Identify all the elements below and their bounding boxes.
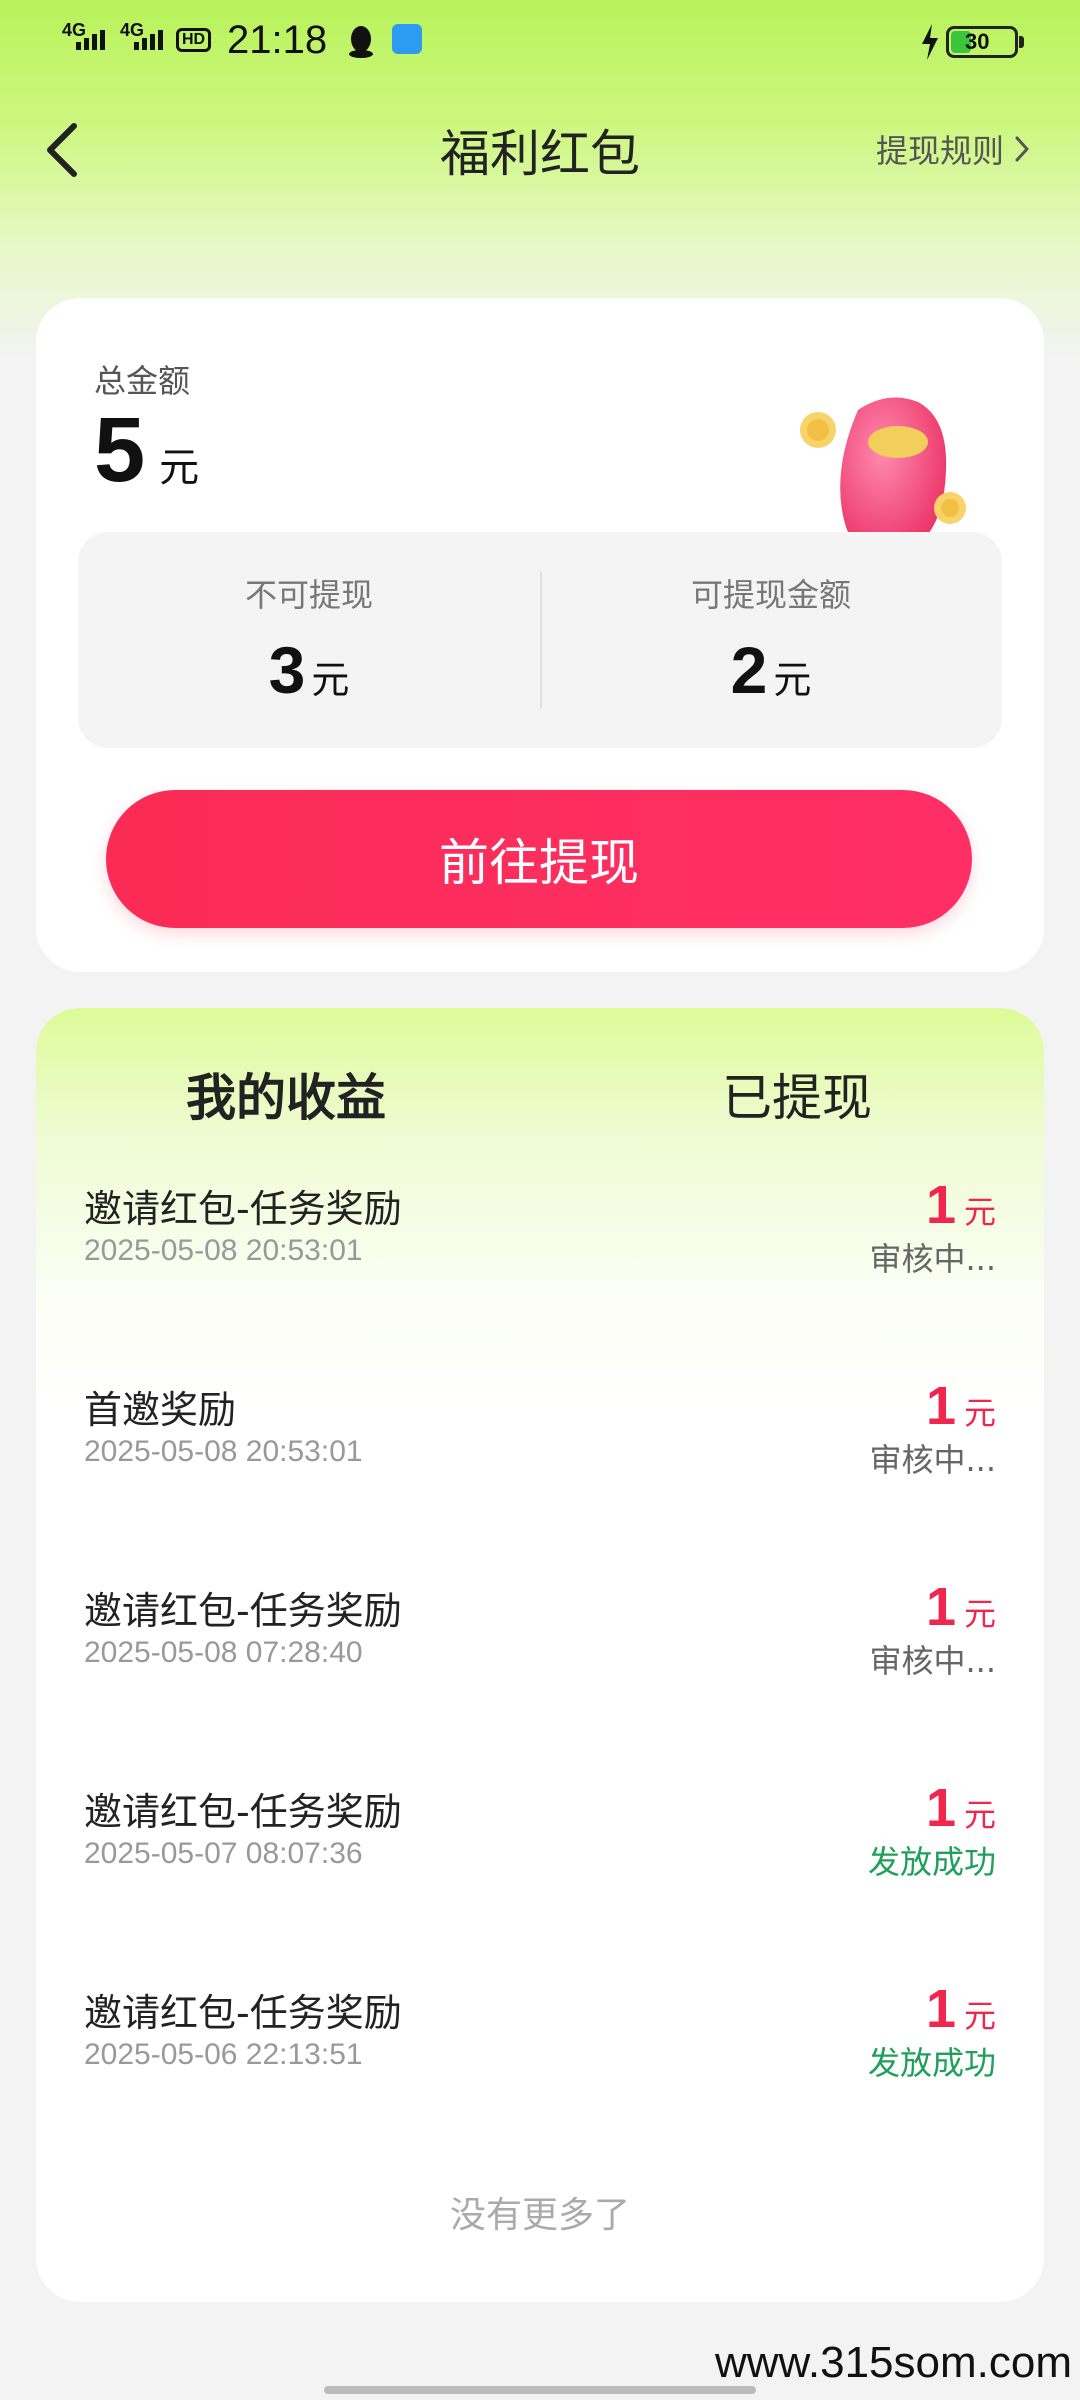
balance-card: 总金额 5 元 不可提现 3 元 可提现金额 2 元 前往提现 <box>36 298 1044 972</box>
total-amount-value: 5 <box>94 399 146 501</box>
signal-icon-2 <box>134 30 163 50</box>
non-withdrawable-label: 不可提现 <box>244 576 373 614</box>
total-amount-unit: 元 <box>159 445 200 491</box>
record-time: 2025-05-08 20:53:01 <box>84 1234 363 1267</box>
home-indicator[interactable] <box>324 2386 756 2394</box>
record-status: 发放成功 <box>867 1843 996 1881</box>
withdraw-rules-link[interactable]: 提现规则 <box>876 126 1030 172</box>
record-status: 审核中... <box>869 1240 996 1278</box>
hd-icon: HD <box>176 28 212 52</box>
record-amount-unit: 元 <box>963 1595 996 1633</box>
watermark-text: www.315som.com <box>714 2338 1072 2387</box>
qq-icon <box>349 26 373 58</box>
total-amount: 5 元 <box>94 398 199 503</box>
record-amount-unit: 元 <box>963 1394 996 1432</box>
record-amount-unit: 元 <box>963 1193 996 1231</box>
list-item[interactable]: 邀请红包-任务奖励 2025-05-08 20:53:01 1 元 审核中... <box>36 1175 1044 1379</box>
balance-breakdown: 不可提现 3 元 可提现金额 2 元 <box>78 532 1002 748</box>
battery-level: 30 <box>965 29 990 54</box>
tab-my-earnings[interactable]: 我的收益 <box>186 1058 397 1138</box>
record-time: 2025-05-08 20:53:01 <box>84 1435 363 1468</box>
record-amount: 1 元 <box>926 1375 996 1437</box>
charging-icon <box>922 24 938 60</box>
withdrawable-section: 可提现金额 2 元 <box>540 532 1002 748</box>
record-amount-value: 1 <box>925 1376 956 1436</box>
list-item[interactable]: 首邀奖励 2025-05-08 20:53:01 1 元 审核中... <box>36 1376 1044 1580</box>
list-item[interactable]: 邀请红包-任务奖励 2025-05-07 08:07:36 1 元 发放成功 <box>36 1778 1044 1982</box>
back-icon[interactable] <box>40 118 84 182</box>
withdraw-rules-label: 提现规则 <box>875 132 1004 170</box>
withdrawable-value: 2 <box>730 633 768 707</box>
hotspot-icon <box>392 24 422 54</box>
battery-icon: 30 <box>946 26 1018 58</box>
record-status: 审核中... <box>869 1441 996 1479</box>
record-title: 邀请红包-任务奖励 <box>84 1991 402 2035</box>
record-amount-unit: 元 <box>963 1997 996 2035</box>
records-card: 我的收益 已提现 邀请红包-任务奖励 2025-05-08 20:53:01 1… <box>36 1008 1044 2302</box>
withdrawable-label: 可提现金额 <box>690 576 851 614</box>
list-item[interactable]: 邀请红包-任务奖励 2025-05-06 22:13:51 1 元 发放成功 <box>36 1979 1044 2183</box>
withdrawable-unit: 元 <box>773 658 812 702</box>
record-amount-value: 1 <box>925 1979 956 2039</box>
record-amount-value: 1 <box>925 1577 956 1637</box>
non-withdrawable-section: 不可提现 3 元 <box>78 532 540 748</box>
record-title: 首邀奖励 <box>84 1388 237 1432</box>
earnings-list: 邀请红包-任务奖励 2025-05-08 20:53:01 1 元 审核中...… <box>36 1175 1044 2183</box>
record-time: 2025-05-06 22:13:51 <box>84 2038 363 2071</box>
status-time: 21:18 <box>227 18 328 62</box>
record-time: 2025-05-07 08:07:36 <box>84 1837 363 1870</box>
record-amount: 1 元 <box>926 1174 996 1236</box>
record-amount-value: 1 <box>925 1175 956 1235</box>
record-title: 邀请红包-任务奖励 <box>84 1589 402 1633</box>
record-amount-unit: 元 <box>963 1796 996 1834</box>
record-amount: 1 元 <box>926 1777 996 1839</box>
withdraw-button[interactable]: 前往提现 <box>106 790 972 928</box>
record-title: 邀请红包-任务奖励 <box>84 1187 402 1231</box>
total-amount-label: 总金额 <box>94 362 191 400</box>
record-status: 发放成功 <box>867 2044 996 2082</box>
record-amount: 1 元 <box>926 1978 996 2040</box>
signal-icon-1 <box>76 30 105 50</box>
record-amount: 1 元 <box>926 1576 996 1638</box>
no-more-text: 没有更多了 <box>449 2195 630 2236</box>
non-withdrawable-value: 3 <box>268 633 306 707</box>
tab-withdrawn[interactable]: 已提现 <box>722 1058 872 1130</box>
non-withdrawable-unit: 元 <box>311 658 350 702</box>
record-title: 邀请红包-任务奖励 <box>84 1790 402 1834</box>
tab-my-earnings-label: 我的收益 <box>186 1069 386 1127</box>
chevron-right-icon <box>1015 136 1029 162</box>
list-item[interactable]: 邀请红包-任务奖励 2025-05-08 07:28:40 1 元 审核中... <box>36 1577 1044 1781</box>
record-time: 2025-05-08 07:28:40 <box>84 1636 363 1669</box>
record-status: 审核中... <box>869 1642 996 1680</box>
record-amount-value: 1 <box>925 1778 956 1838</box>
status-bar: 4G 4G HD 21:18 30 <box>0 0 1080 84</box>
